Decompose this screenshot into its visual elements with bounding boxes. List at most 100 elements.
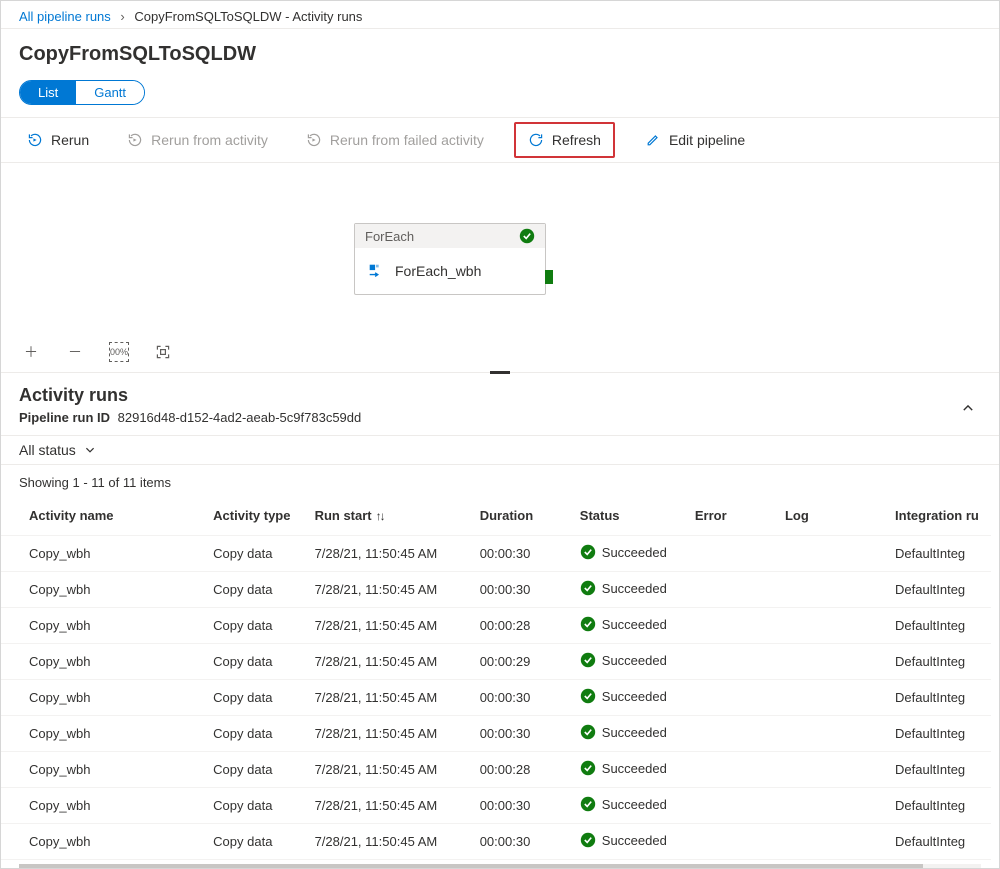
cell-activity-name: Copy_wbh — [1, 680, 201, 716]
status-filter-label: All status — [19, 442, 76, 458]
cell-activity-type: Copy data — [201, 752, 302, 788]
cell-integration: DefaultInteg — [883, 824, 991, 860]
cell-run-start: 7/28/21, 11:50:45 AM — [303, 716, 468, 752]
table-row[interactable]: Copy_wbhCopy data7/28/21, 11:50:45 AM00:… — [1, 788, 991, 824]
zoom-out-button[interactable]: － — [65, 342, 85, 362]
table-row[interactable]: Copy_wbhCopy data7/28/21, 11:50:45 AM00:… — [1, 608, 991, 644]
rerun-failed-label: Rerun from failed activity — [330, 132, 484, 148]
rerun-icon — [27, 132, 43, 148]
zoom-in-button[interactable]: ＋ — [21, 342, 41, 362]
cell-activity-name: Copy_wbh — [1, 644, 201, 680]
pipeline-canvas[interactable]: ForEach ForEach_wbh ＋ － 00% — [1, 163, 999, 373]
rerun-activity-label: Rerun from activity — [151, 132, 268, 148]
cell-duration: 00:00:30 — [468, 536, 568, 572]
cell-integration: DefaultInteg — [883, 716, 991, 752]
cell-log — [773, 572, 883, 608]
cell-status: Succeeded — [568, 608, 683, 644]
cell-activity-type: Copy data — [201, 788, 302, 824]
col-integration[interactable]: Integration ru — [883, 496, 991, 536]
rerun-from-activity-button: Rerun from activity — [119, 126, 276, 154]
rerun-activity-icon — [127, 132, 143, 148]
col-status[interactable]: Status — [568, 496, 683, 536]
success-icon — [580, 832, 596, 848]
status-filter-dropdown[interactable]: All status — [19, 442, 96, 458]
collapse-section-button[interactable] — [961, 401, 975, 418]
cell-error — [683, 608, 773, 644]
breadcrumb-root-link[interactable]: All pipeline runs — [19, 9, 111, 24]
cell-run-start: 7/28/21, 11:50:45 AM — [303, 752, 468, 788]
table-row[interactable]: Copy_wbhCopy data7/28/21, 11:50:45 AM00:… — [1, 824, 991, 860]
refresh-button[interactable]: Refresh — [514, 122, 615, 158]
chevron-down-icon — [84, 444, 96, 456]
cell-activity-name: Copy_wbh — [1, 572, 201, 608]
run-id-label: Pipeline run ID — [19, 410, 110, 425]
cell-duration: 00:00:28 — [468, 752, 568, 788]
cell-activity-name: Copy_wbh — [1, 788, 201, 824]
col-error[interactable]: Error — [683, 496, 773, 536]
cell-run-start: 7/28/21, 11:50:45 AM — [303, 824, 468, 860]
col-log[interactable]: Log — [773, 496, 883, 536]
zoom-reset-button[interactable]: 00% — [109, 342, 129, 362]
cell-integration: DefaultInteg — [883, 608, 991, 644]
cell-integration: DefaultInteg — [883, 572, 991, 608]
view-toggle-list[interactable]: List — [20, 81, 76, 104]
cell-status: Succeeded — [568, 536, 683, 572]
breadcrumb: All pipeline runs › CopyFromSQLToSQLDW -… — [1, 1, 999, 29]
success-icon — [580, 652, 596, 668]
cell-log — [773, 716, 883, 752]
col-activity-name[interactable]: Activity name — [1, 496, 201, 536]
table-row[interactable]: Copy_wbhCopy data7/28/21, 11:50:45 AM00:… — [1, 716, 991, 752]
cell-integration: DefaultInteg — [883, 680, 991, 716]
refresh-icon — [528, 132, 544, 148]
cell-duration: 00:00:30 — [468, 572, 568, 608]
node-output-port[interactable] — [545, 270, 553, 284]
canvas-toolbar: ＋ － 00% — [21, 342, 173, 362]
page-title: CopyFromSQLToSQLDW — [19, 43, 981, 66]
rerun-button[interactable]: Rerun — [19, 126, 97, 154]
cell-status: Succeeded — [568, 680, 683, 716]
col-activity-type[interactable]: Activity type — [201, 496, 302, 536]
cell-status: Succeeded — [568, 716, 683, 752]
table-row[interactable]: Copy_wbhCopy data7/28/21, 11:50:45 AM00:… — [1, 536, 991, 572]
cell-run-start: 7/28/21, 11:50:45 AM — [303, 608, 468, 644]
cell-duration: 00:00:28 — [468, 608, 568, 644]
cell-run-start: 7/28/21, 11:50:45 AM — [303, 644, 468, 680]
col-duration[interactable]: Duration — [468, 496, 568, 536]
cell-activity-type: Copy data — [201, 536, 302, 572]
cell-error — [683, 716, 773, 752]
cell-duration: 00:00:30 — [468, 788, 568, 824]
table-row[interactable]: Copy_wbhCopy data7/28/21, 11:50:45 AM00:… — [1, 680, 991, 716]
edit-pipeline-button[interactable]: Edit pipeline — [637, 126, 753, 154]
foreach-node[interactable]: ForEach ForEach_wbh — [354, 223, 546, 295]
cell-error — [683, 536, 773, 572]
success-icon — [519, 228, 535, 244]
paging-summary: Showing 1 - 11 of 11 items — [1, 465, 999, 496]
success-icon — [580, 796, 596, 812]
cell-run-start: 7/28/21, 11:50:45 AM — [303, 788, 468, 824]
view-toggle: List Gantt — [19, 80, 145, 105]
view-toggle-gantt[interactable]: Gantt — [76, 81, 144, 104]
cell-run-start: 7/28/21, 11:50:45 AM — [303, 680, 468, 716]
cell-error — [683, 644, 773, 680]
cell-activity-name: Copy_wbh — [1, 716, 201, 752]
table-row[interactable]: Copy_wbhCopy data7/28/21, 11:50:45 AM00:… — [1, 752, 991, 788]
col-run-start-label: Run start — [315, 508, 372, 523]
success-icon — [580, 544, 596, 560]
cell-duration: 00:00:30 — [468, 680, 568, 716]
cell-log — [773, 536, 883, 572]
zoom-fit-button[interactable] — [153, 342, 173, 362]
cell-error — [683, 680, 773, 716]
col-run-start[interactable]: Run start ↑↓ — [303, 496, 468, 536]
node-name-label: ForEach_wbh — [395, 263, 481, 279]
cell-status: Succeeded — [568, 644, 683, 680]
horizontal-scrollbar[interactable] — [19, 864, 981, 869]
success-icon — [580, 580, 596, 596]
cell-activity-name: Copy_wbh — [1, 536, 201, 572]
sort-icon: ↑↓ — [376, 509, 384, 523]
success-icon — [580, 616, 596, 632]
activity-runs-table: Activity name Activity type Run start↑↓ … — [1, 496, 991, 860]
cell-integration: DefaultInteg — [883, 788, 991, 824]
table-row[interactable]: Copy_wbhCopy data7/28/21, 11:50:45 AM00:… — [1, 572, 991, 608]
table-row[interactable]: Copy_wbhCopy data7/28/21, 11:50:45 AM00:… — [1, 644, 991, 680]
cell-activity-type: Copy data — [201, 572, 302, 608]
